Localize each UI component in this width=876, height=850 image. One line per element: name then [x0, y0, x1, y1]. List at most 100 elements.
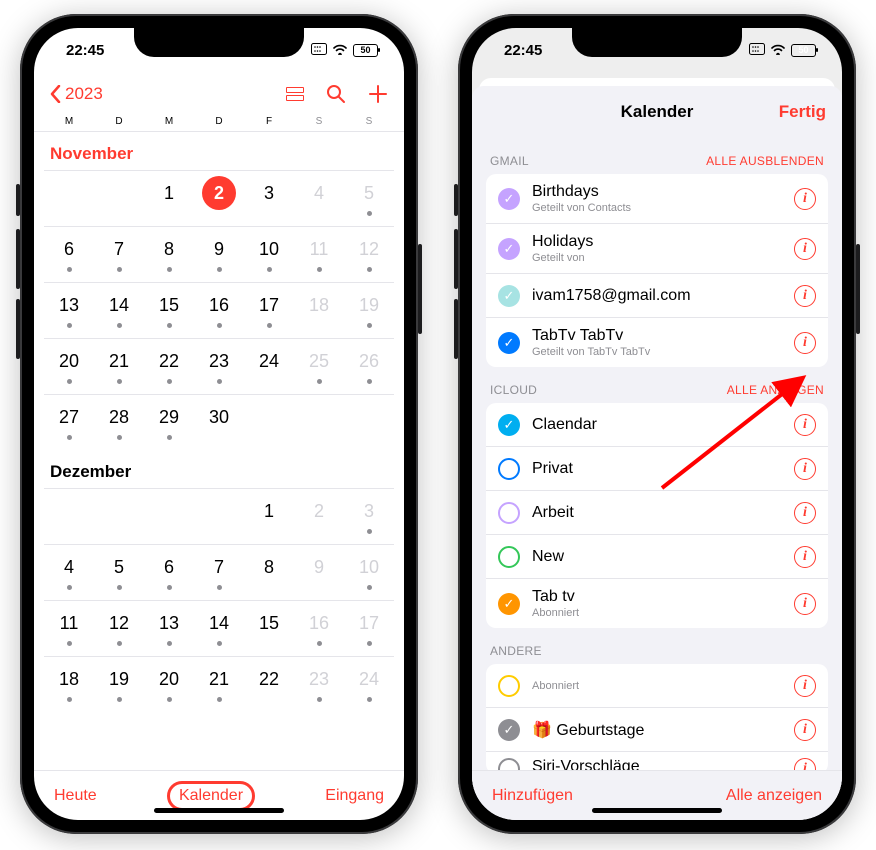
day-cell[interactable]: 8 — [244, 545, 294, 600]
day-cell[interactable]: 19 — [344, 283, 394, 338]
day-cell[interactable]: 21 — [194, 657, 244, 712]
calendar-row[interactable]: ✓TabTv TabTvGeteilt von TabTv TabTvi — [486, 318, 828, 367]
home-indicator[interactable] — [592, 808, 722, 813]
calendar-row[interactable]: ✓🎁 Geburtstagei — [486, 708, 828, 752]
day-cell[interactable]: 23 — [294, 657, 344, 712]
day-cell[interactable]: 28 — [94, 395, 144, 450]
info-icon[interactable]: i — [794, 719, 816, 741]
day-cell[interactable]: 18 — [44, 657, 94, 712]
day-cell[interactable]: 7 — [94, 227, 144, 282]
day-cell[interactable]: 11 — [294, 227, 344, 282]
day-cell[interactable]: 4 — [294, 171, 344, 226]
calendar-checkbox[interactable] — [498, 758, 520, 770]
day-cell[interactable]: 14 — [194, 601, 244, 656]
day-cell[interactable]: 27 — [44, 395, 94, 450]
day-cell[interactable]: 21 — [94, 339, 144, 394]
calendar-row[interactable]: Privati — [486, 447, 828, 491]
day-cell[interactable]: 25 — [294, 339, 344, 394]
day-cell[interactable]: 22 — [144, 339, 194, 394]
day-cell[interactable]: 17 — [244, 283, 294, 338]
search-icon[interactable] — [326, 84, 346, 104]
day-cell[interactable]: 13 — [44, 283, 94, 338]
day-cell[interactable]: 9 — [194, 227, 244, 282]
calendar-row[interactable]: Abonnierti — [486, 664, 828, 708]
calendar-checkbox[interactable] — [498, 675, 520, 697]
info-icon[interactable]: i — [794, 675, 816, 697]
calendar-checkbox[interactable]: ✓ — [498, 285, 520, 307]
day-cell[interactable]: 1 — [244, 489, 294, 544]
calendar-row[interactable]: ✓BirthdaysGeteilt von Contactsi — [486, 174, 828, 224]
day-cell[interactable]: 17 — [344, 601, 394, 656]
list-view-icon[interactable] — [286, 87, 304, 101]
calendar-checkbox[interactable]: ✓ — [498, 238, 520, 260]
calendar-checkbox[interactable] — [498, 458, 520, 480]
day-cell[interactable]: 22 — [244, 657, 294, 712]
day-cell[interactable]: 18 — [294, 283, 344, 338]
home-indicator[interactable] — [154, 808, 284, 813]
calendar-row[interactable]: ✓ivam1758@gmail.comi — [486, 274, 828, 318]
today-button[interactable]: Heute — [54, 787, 97, 805]
day-cell[interactable]: 1 — [144, 171, 194, 226]
day-cell[interactable]: 10 — [244, 227, 294, 282]
info-icon[interactable]: i — [794, 238, 816, 260]
day-cell[interactable]: 15 — [244, 601, 294, 656]
day-cell[interactable]: 5 — [94, 545, 144, 600]
day-cell[interactable]: 2 — [194, 171, 244, 226]
day-cell[interactable]: 23 — [194, 339, 244, 394]
calendar-row[interactable]: Arbeiti — [486, 491, 828, 535]
info-icon[interactable]: i — [794, 758, 816, 770]
calendar-checkbox[interactable]: ✓ — [498, 414, 520, 436]
info-icon[interactable]: i — [794, 546, 816, 568]
calendar-checkbox[interactable]: ✓ — [498, 593, 520, 615]
day-cell[interactable]: 16 — [294, 601, 344, 656]
calendar-row[interactable]: ✓HolidaysGeteilt voni — [486, 224, 828, 274]
add-calendar-button[interactable]: Hinzufügen — [492, 787, 573, 805]
day-cell[interactable]: 11 — [44, 601, 94, 656]
info-icon[interactable]: i — [794, 593, 816, 615]
day-cell[interactable]: 30 — [194, 395, 244, 450]
day-cell[interactable]: 29 — [144, 395, 194, 450]
day-cell[interactable]: 20 — [44, 339, 94, 394]
day-cell[interactable]: 15 — [144, 283, 194, 338]
show-all-button[interactable]: Alle anzeigen — [726, 787, 822, 805]
done-button[interactable]: Fertig — [779, 102, 826, 122]
calendar-checkbox[interactable] — [498, 546, 520, 568]
day-cell[interactable]: 10 — [344, 545, 394, 600]
info-icon[interactable]: i — [794, 332, 816, 354]
section-action-button[interactable]: ALLE AUSBLENDEN — [706, 154, 824, 168]
back-year-button[interactable]: 2023 — [50, 84, 103, 104]
day-cell[interactable]: 6 — [144, 545, 194, 600]
day-cell[interactable]: 3 — [344, 489, 394, 544]
day-cell[interactable]: 12 — [344, 227, 394, 282]
month-scroll[interactable]: November12345678910111213141516171819202… — [34, 132, 404, 770]
day-cell[interactable]: 2 — [294, 489, 344, 544]
day-cell[interactable]: 13 — [144, 601, 194, 656]
calendar-row[interactable]: ✓Claendari — [486, 403, 828, 447]
calendar-row[interactable]: Newi — [486, 535, 828, 579]
add-icon[interactable] — [368, 84, 388, 104]
day-cell[interactable]: 9 — [294, 545, 344, 600]
info-icon[interactable]: i — [794, 188, 816, 210]
calendar-checkbox[interactable]: ✓ — [498, 332, 520, 354]
info-icon[interactable]: i — [794, 285, 816, 307]
info-icon[interactable]: i — [794, 458, 816, 480]
day-cell[interactable]: 26 — [344, 339, 394, 394]
day-cell[interactable]: 24 — [344, 657, 394, 712]
calendar-checkbox[interactable]: ✓ — [498, 188, 520, 210]
inbox-button[interactable]: Eingang — [325, 787, 384, 805]
calendar-checkbox[interactable]: ✓ — [498, 719, 520, 741]
day-cell[interactable]: 5 — [344, 171, 394, 226]
day-cell[interactable]: 16 — [194, 283, 244, 338]
sheet-body[interactable]: GMAILALLE AUSBLENDEN✓BirthdaysGeteilt vo… — [472, 138, 842, 770]
info-icon[interactable]: i — [794, 414, 816, 436]
day-cell[interactable]: 4 — [44, 545, 94, 600]
info-icon[interactable]: i — [794, 502, 816, 524]
section-action-button[interactable]: ALLE ANZEIGEN — [727, 383, 824, 397]
calendar-checkbox[interactable] — [498, 502, 520, 524]
calendar-row[interactable]: ✓Tab tvAbonnierti — [486, 579, 828, 628]
day-cell[interactable]: 7 — [194, 545, 244, 600]
day-cell[interactable]: 3 — [244, 171, 294, 226]
day-cell[interactable]: 8 — [144, 227, 194, 282]
day-cell[interactable]: 24 — [244, 339, 294, 394]
day-cell[interactable]: 6 — [44, 227, 94, 282]
